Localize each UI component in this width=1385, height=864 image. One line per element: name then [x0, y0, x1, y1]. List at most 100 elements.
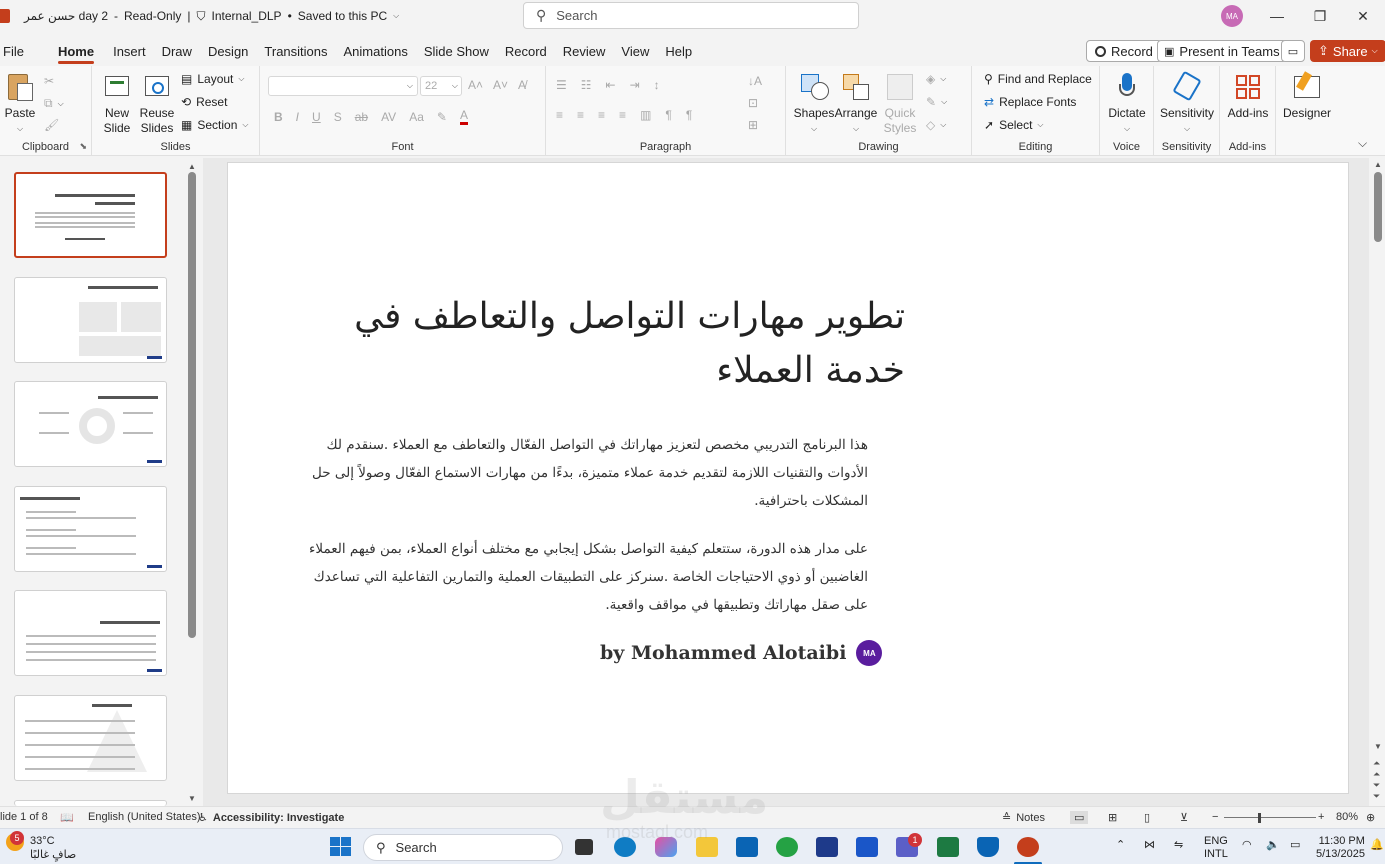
zoom-slider[interactable]: [1224, 817, 1316, 818]
character-spacing-icon[interactable]: AV: [381, 110, 396, 124]
tab-file[interactable]: File: [0, 38, 32, 66]
line-spacing-icon[interactable]: ↕: [654, 78, 660, 92]
thumbnail-scrollbar[interactable]: [188, 172, 196, 638]
scroll-up-icon[interactable]: ▲: [1374, 160, 1382, 169]
share-button[interactable]: ⇪ Share ⌵: [1310, 40, 1385, 62]
next-slide-icon[interactable]: ⏷ ⏷: [1373, 780, 1380, 802]
task-view-icon[interactable]: [575, 839, 593, 855]
title-search-box[interactable]: ⚲ Search: [523, 2, 859, 29]
align-right-icon[interactable]: ≡: [598, 108, 605, 122]
slide-paragraph[interactable]: على مدار هذه الدورة، ستتعلم كيفية التواص…: [288, 535, 868, 619]
start-windows-icon[interactable]: [330, 837, 352, 857]
tray-settings-icon[interactable]: ⇋: [1174, 839, 1183, 852]
numbering-icon[interactable]: ☷: [581, 78, 592, 92]
outlook-icon[interactable]: [736, 837, 758, 857]
new-slide-button[interactable]: New Slide: [100, 72, 134, 136]
dictate-button[interactable]: Dictate ⌵: [1106, 72, 1148, 136]
tab-home[interactable]: Home: [50, 38, 102, 66]
document-title-area[interactable]: حسن عمر day 2 - Read-Only | ⛉ Internal_D…: [24, 9, 399, 24]
dialog-launcher-icon[interactable]: ⬊: [79, 141, 87, 152]
defender-icon[interactable]: [977, 837, 999, 857]
ltr-icon[interactable]: ¶: [665, 108, 671, 122]
clear-formatting-icon[interactable]: A̸: [518, 78, 526, 92]
arrange-button[interactable]: Arrange ⌵: [834, 72, 878, 136]
slide-thumbnail[interactable]: [14, 381, 167, 467]
align-center-icon[interactable]: ≡: [577, 108, 584, 122]
replace-fonts-button[interactable]: ⇄ Replace Fonts: [984, 95, 1076, 109]
spelling-icon[interactable]: 📖: [60, 811, 74, 824]
fit-slide-icon[interactable]: ⊕: [1366, 811, 1375, 824]
shadow-icon[interactable]: S: [334, 110, 342, 124]
notes-button[interactable]: ≙ Notes: [1002, 811, 1045, 825]
taskbar-search[interactable]: ⚲ Search: [363, 834, 563, 861]
clock[interactable]: 11:30 PM 5/13/2025: [1316, 835, 1365, 861]
minimize-button[interactable]: —: [1255, 0, 1299, 32]
shape-outline-icon[interactable]: ✎ ⌵: [926, 95, 947, 109]
tab-help[interactable]: Help: [657, 38, 700, 66]
tab-animations[interactable]: Animations: [336, 38, 416, 66]
zoom-slider-thumb[interactable]: [1258, 813, 1261, 823]
change-case-icon[interactable]: Aa: [409, 110, 424, 124]
copy-button[interactable]: ⧉ ⌵: [44, 96, 64, 111]
tab-record[interactable]: Record: [497, 38, 555, 66]
reading-view-icon[interactable]: ▯: [1144, 811, 1150, 824]
quick-styles-button[interactable]: Quick Styles: [880, 72, 920, 136]
shape-fill-icon[interactable]: ◈ ⌵: [926, 72, 946, 86]
highlight-icon[interactable]: ✎: [437, 110, 447, 124]
align-left-icon[interactable]: ≡: [556, 108, 563, 122]
select-button[interactable]: ➚ Select ⌵: [984, 118, 1044, 132]
slide-thumbnail[interactable]: [14, 277, 167, 363]
collapse-ribbon-icon[interactable]: ⌵: [1358, 136, 1367, 151]
tab-view[interactable]: View: [613, 38, 657, 66]
cut-button[interactable]: ✂: [44, 74, 54, 88]
normal-view-icon[interactable]: ▭: [1070, 811, 1089, 824]
tab-design[interactable]: Design: [200, 38, 256, 66]
zoom-out-icon[interactable]: −: [1212, 811, 1218, 823]
bullets-icon[interactable]: ☰: [556, 78, 567, 92]
slide-thumbnail[interactable]: [14, 486, 167, 572]
sensitivity-button[interactable]: Sensitivity ⌵: [1160, 70, 1214, 136]
font-family-select[interactable]: ⌵: [268, 76, 418, 96]
find-replace-button[interactable]: ⚲ Find and Replace: [984, 72, 1092, 86]
scroll-down-icon[interactable]: ▼: [188, 794, 196, 803]
tab-transitions[interactable]: Transitions: [256, 38, 335, 66]
language-indicator[interactable]: ENG INTL: [1204, 835, 1228, 861]
tab-review[interactable]: Review: [555, 38, 614, 66]
slide-thumbnail[interactable]: [14, 172, 167, 258]
decrease-font-icon[interactable]: A˅: [493, 78, 508, 92]
app-icon[interactable]: [856, 837, 878, 857]
record-button[interactable]: Record: [1086, 40, 1162, 62]
slide-sorter-icon[interactable]: ⊞: [1108, 811, 1117, 824]
decrease-indent-icon[interactable]: ⇤: [606, 78, 616, 92]
reset-button[interactable]: ⟲ Reset: [181, 95, 227, 109]
weather-temp[interactable]: 33°C: [30, 835, 55, 848]
excel-icon[interactable]: [937, 837, 959, 857]
slide-thumbnail[interactable]: [14, 590, 167, 676]
italic-icon[interactable]: I: [296, 110, 299, 124]
slide-thumbnail[interactable]: [14, 695, 167, 781]
present-in-teams-button[interactable]: ▣ Present in Teams: [1157, 40, 1287, 62]
volume-icon[interactable]: 🔈: [1266, 839, 1280, 852]
slide-scrollbar[interactable]: [1374, 172, 1382, 242]
slide-paragraph[interactable]: هذا البرنامج التدريبي مخصص لتعزيز مهارات…: [288, 431, 868, 515]
section-button[interactable]: ▦ Section ⌵: [181, 118, 248, 132]
language-status[interactable]: English (United States): [88, 811, 201, 823]
increase-indent-icon[interactable]: ⇥: [630, 78, 640, 92]
rtl-icon[interactable]: ¶: [686, 108, 692, 122]
addins-button[interactable]: Add-ins: [1226, 72, 1270, 121]
strikethrough-icon[interactable]: ab: [355, 110, 368, 124]
bold-icon[interactable]: B: [274, 110, 283, 124]
show-hidden-icon[interactable]: ⌃: [1116, 839, 1125, 852]
powerpoint-icon[interactable]: [1017, 837, 1039, 857]
wifi-icon[interactable]: ◠: [1242, 839, 1252, 852]
layout-button[interactable]: ▤ Layout ⌵: [181, 72, 244, 86]
notifications-icon[interactable]: 🔔: [1370, 839, 1384, 852]
slide-title[interactable]: تطوير مهارات التواصل والتعاطف في خدمة ال…: [305, 290, 905, 398]
scroll-down-icon[interactable]: ▼: [1374, 742, 1382, 751]
close-button[interactable]: ✕: [1341, 0, 1385, 32]
zoom-level[interactable]: 80%: [1336, 811, 1358, 823]
shape-effects-icon[interactable]: ◇ ⌵: [926, 118, 946, 132]
format-painter-button[interactable]: 🖌: [44, 118, 59, 132]
reuse-slides-button[interactable]: Reuse Slides: [140, 72, 174, 136]
tray-app-icon[interactable]: ⋈: [1144, 839, 1155, 852]
